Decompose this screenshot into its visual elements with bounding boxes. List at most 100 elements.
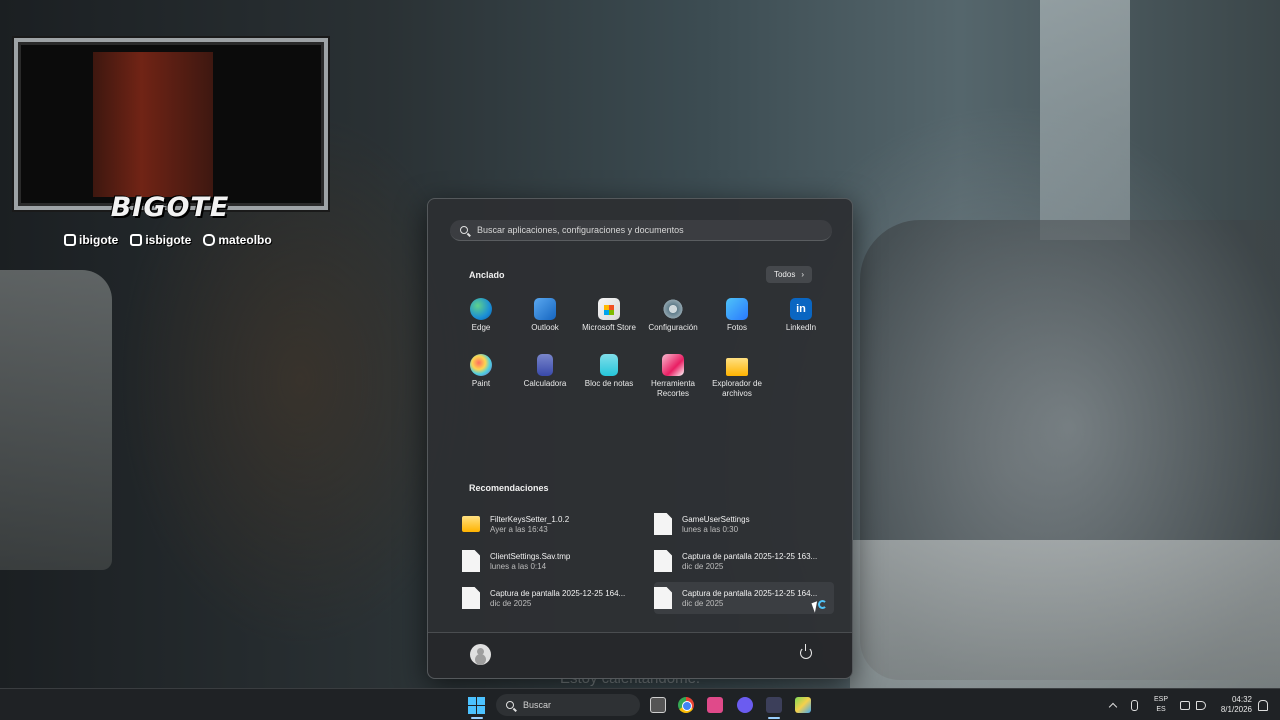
clock[interactable]: 04:32 8/1/2026	[1216, 689, 1252, 720]
snipping-tool-icon	[662, 354, 684, 376]
search-icon	[460, 226, 468, 234]
app-label: Microsoft Store	[582, 323, 636, 332]
discord-icon[interactable]	[737, 697, 753, 713]
all-apps-label: Todos	[773, 270, 796, 279]
pinned-app-linkedin[interactable]: in LinkedIn	[769, 298, 833, 333]
recommended-item[interactable]: FilterKeysSetter_1.0.2 Ayer a las 16:43	[462, 508, 642, 540]
instagram-icon	[203, 234, 216, 246]
task-view-icon[interactable]	[650, 697, 666, 713]
recommended-item[interactable]: Captura de pantalla 2025-12-25 163... dic…	[654, 545, 834, 577]
start-button[interactable]	[468, 697, 485, 714]
app-label: Fotos	[726, 323, 747, 332]
pinned-app-calculator[interactable]: Calculadora	[513, 354, 577, 389]
pinned-app-paint[interactable]: Paint	[449, 354, 513, 389]
pinned-app-photos[interactable]: Fotos	[705, 298, 769, 333]
recommended-title: Recomendaciones	[469, 483, 549, 493]
microphone-icon[interactable]	[1131, 689, 1139, 720]
social-handle: mateolbo	[218, 233, 272, 247]
chevron-right-icon: ›	[801, 270, 805, 279]
power-icon[interactable]	[800, 644, 812, 659]
file-icon	[654, 513, 672, 535]
recommended-item[interactable]: Captura de pantalla 2025-12-25 164... dic…	[462, 582, 642, 614]
app-label: Calculadora	[523, 379, 567, 388]
all-apps-button[interactable]: Todos ›	[766, 266, 812, 283]
app-label: Outlook	[531, 323, 559, 332]
volume-icon	[1196, 700, 1206, 710]
steam-icon[interactable]	[766, 697, 782, 713]
pinned-app-outlook[interactable]: Outlook	[513, 298, 577, 333]
webcam-frame	[14, 38, 328, 210]
lang-top: ESP	[1154, 696, 1169, 703]
rec-time: dic de 2025	[490, 598, 532, 608]
rec-time: lunes a las 0:30	[682, 524, 739, 534]
app-label: LinkedIn	[785, 323, 817, 332]
recommended-item[interactable]: ClientSettings.Sav.tmp lunes a las 0:14	[462, 545, 642, 577]
language-indicator[interactable]: ESP ES	[1154, 689, 1168, 720]
webcam-feed	[93, 52, 213, 197]
notes-app-icon[interactable]	[707, 697, 723, 713]
app-label: Explorador de archivos	[712, 379, 762, 398]
notification-bell-icon[interactable]	[1258, 689, 1268, 720]
busy-spinner-icon	[818, 600, 827, 609]
outlook-icon	[534, 298, 556, 320]
social-instagram: mateolbo	[203, 233, 272, 247]
paint-icon	[470, 354, 492, 376]
social-handle: isbigote	[145, 233, 192, 247]
background-lamp	[0, 270, 112, 570]
pinned-app-edge[interactable]: Edge	[449, 298, 513, 333]
file-icon	[462, 587, 480, 609]
user-avatar[interactable]	[470, 644, 491, 665]
network-icon	[1180, 700, 1190, 710]
show-hidden-icons-chevron-icon[interactable]	[1110, 689, 1120, 720]
clock-time: 04:32	[1231, 695, 1252, 704]
pinned-app-file-explorer[interactable]: Explorador de archivos	[705, 354, 769, 399]
social-handles: ibigote isbigote mateolbo	[64, 233, 272, 247]
clock-date: 8/1/2026	[1220, 705, 1252, 714]
social-tiktok: isbigote	[130, 233, 191, 247]
folder-icon	[726, 358, 748, 376]
start-menu: Buscar aplicaciones, configuraciones y d…	[427, 198, 853, 679]
store-icon	[598, 298, 620, 320]
folder-icon	[462, 516, 480, 532]
steam-active-indicator	[768, 717, 780, 719]
recommended-item[interactable]: GameUserSettings lunes a las 0:30	[654, 508, 834, 540]
pinned-app-settings[interactable]: Configuración	[641, 298, 705, 333]
app-label: Paint	[471, 379, 491, 388]
app-label: Edge	[471, 323, 491, 332]
background-window	[1040, 0, 1130, 240]
taskbar-search[interactable]: Buscar	[496, 694, 640, 716]
taskbar: Buscar ESP ES 04:32 8/1/2026	[0, 688, 1280, 720]
linkedin-icon: in	[790, 298, 812, 320]
app-label: Configuración	[648, 323, 698, 332]
background-sheet	[850, 540, 1280, 690]
start-search-input[interactable]: Buscar aplicaciones, configuraciones y d…	[450, 220, 832, 241]
file-icon	[462, 550, 480, 572]
search-icon	[506, 701, 514, 709]
search-placeholder: Buscar aplicaciones, configuraciones y d…	[477, 225, 684, 235]
rec-name: ClientSettings.Sav.tmp	[490, 551, 571, 561]
rec-time: lunes a las 0:14	[490, 561, 547, 571]
file-icon	[654, 550, 672, 572]
rec-name: GameUserSettings	[682, 514, 750, 524]
calculator-icon	[537, 354, 553, 376]
rec-time: dic de 2025	[682, 561, 724, 571]
pinned-app-notepad[interactable]: Bloc de notas	[577, 354, 641, 389]
social-handle: ibigote	[79, 233, 119, 247]
taskbar-search-label: Buscar	[523, 700, 552, 710]
pinned-app-snipping-tool[interactable]: Herramienta Recortes	[641, 354, 705, 399]
start-active-indicator	[471, 717, 483, 719]
tiktok-icon	[130, 234, 143, 246]
bluestacks-icon[interactable]	[795, 697, 811, 713]
rec-name: Captura de pantalla 2025-12-25 164...	[682, 588, 818, 598]
chrome-icon[interactable]	[678, 697, 694, 713]
recommended-item[interactable]: Captura de pantalla 2025-12-25 164... dic…	[654, 582, 834, 614]
rec-name: Captura de pantalla 2025-12-25 164...	[490, 588, 626, 598]
pinned-app-store[interactable]: Microsoft Store	[577, 298, 641, 333]
gear-icon	[662, 298, 684, 320]
rec-time: Ayer a las 16:43	[490, 524, 548, 534]
pinned-title: Anclado	[469, 270, 505, 280]
rec-name: FilterKeysSetter_1.0.2	[490, 514, 570, 524]
file-icon	[654, 587, 672, 609]
app-label: Bloc de notas	[584, 379, 634, 388]
system-tray-icons[interactable]	[1180, 689, 1206, 720]
